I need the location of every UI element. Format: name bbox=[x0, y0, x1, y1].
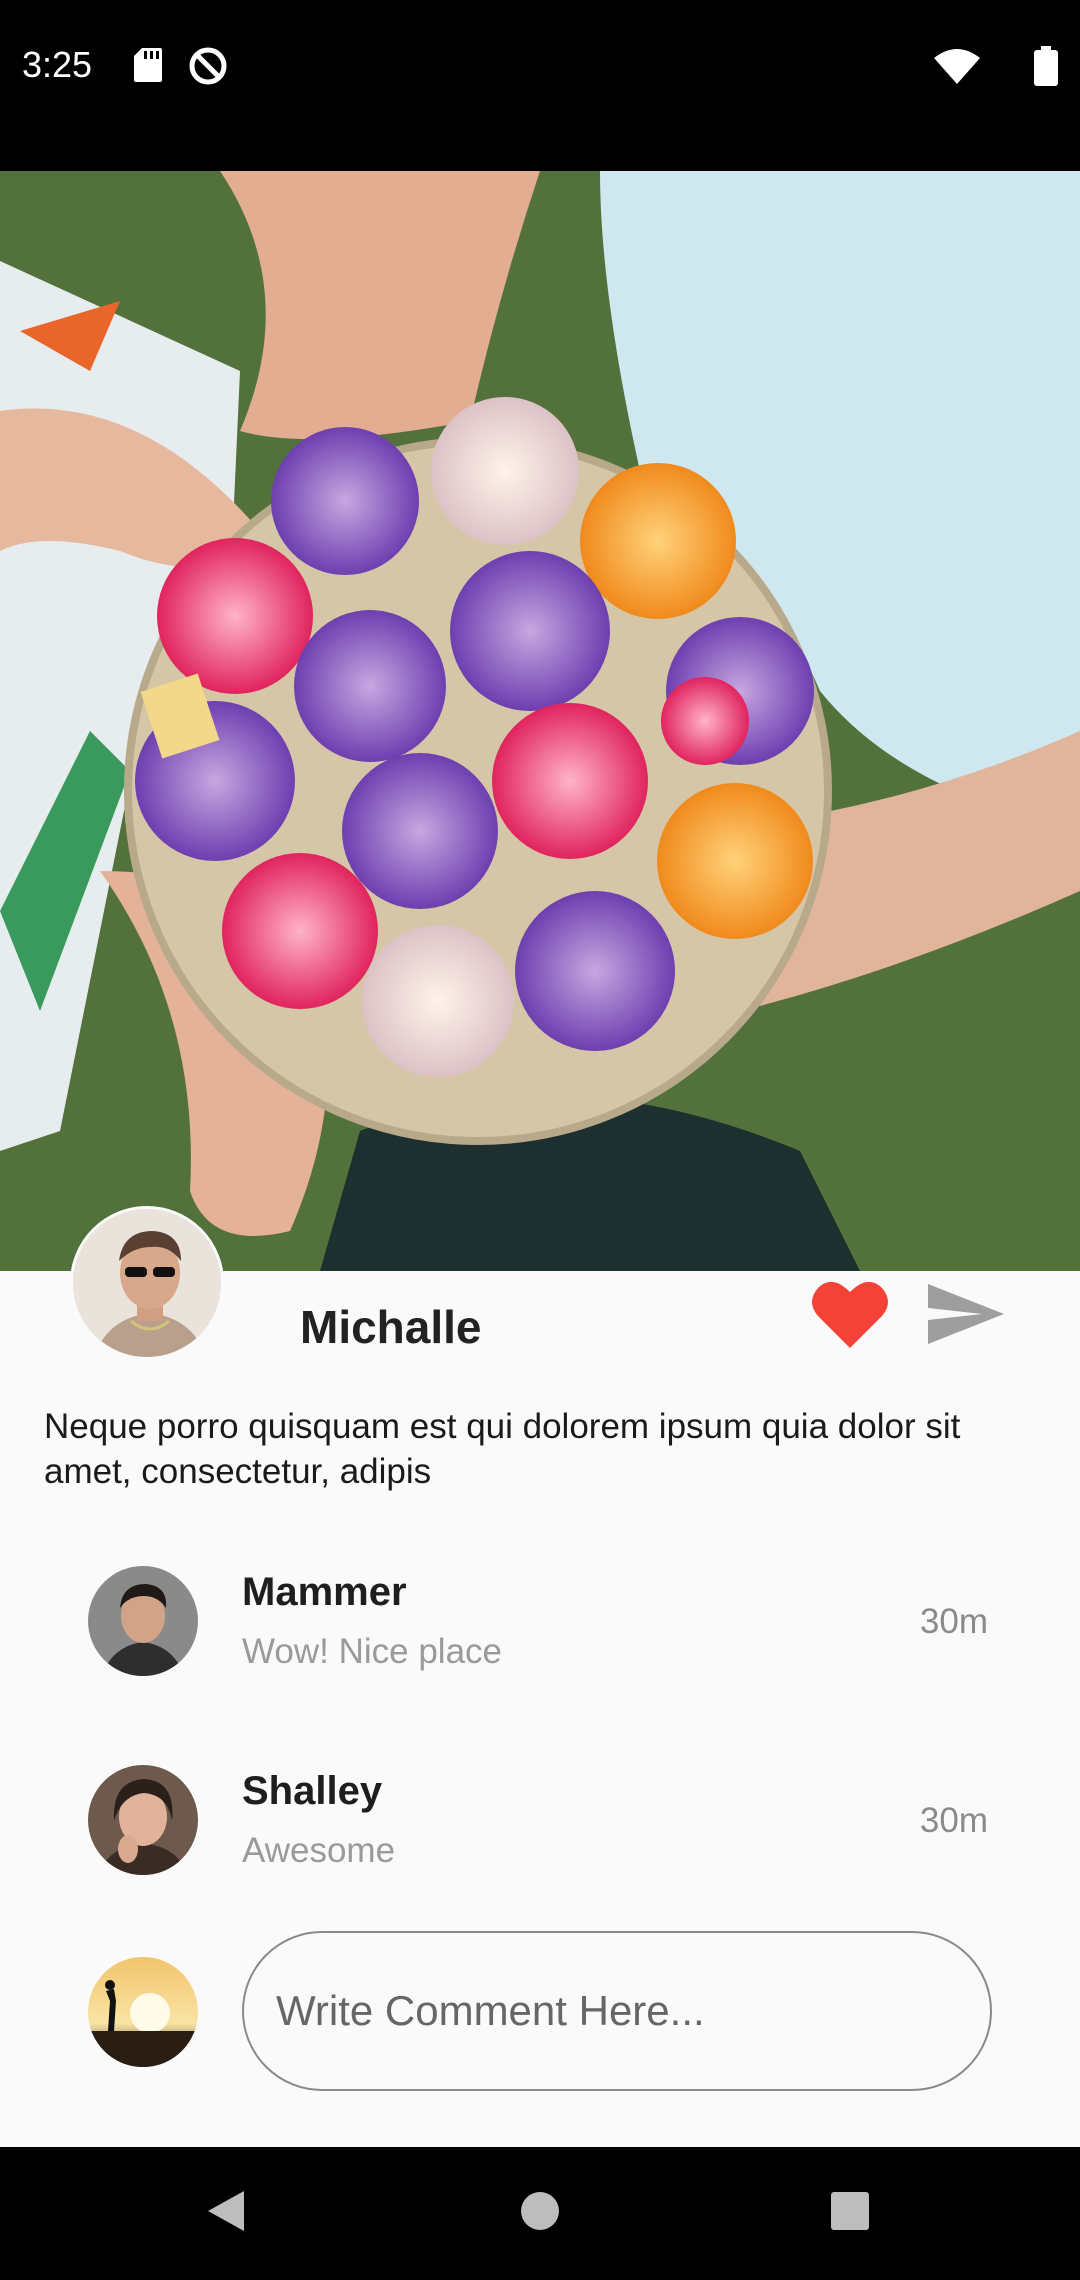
post-image[interactable] bbox=[0, 171, 1080, 1271]
home-icon bbox=[520, 2191, 560, 2236]
comment-item: Mammer Wow! Nice place 30m bbox=[0, 1566, 1080, 1686]
sd-card-icon bbox=[134, 48, 162, 87]
status-bar: 3:25 bbox=[0, 0, 1080, 171]
send-icon bbox=[926, 1284, 1006, 1350]
do-not-disturb-icon bbox=[188, 46, 228, 91]
post-caption: Neque porro quisquam est qui dolorem ips… bbox=[44, 1407, 961, 1491]
comment-username[interactable]: Mammer bbox=[242, 1570, 407, 1615]
nav-home-button[interactable] bbox=[480, 2147, 600, 2280]
comment-text: Awesome bbox=[242, 1831, 396, 1870]
comment-input[interactable] bbox=[242, 1931, 992, 2091]
comment-item: Shalley Awesome 30m bbox=[0, 1765, 1080, 1885]
current-user-avatar bbox=[88, 1957, 198, 2067]
comment-username[interactable]: Shalley bbox=[242, 1769, 382, 1814]
system-nav-bar bbox=[0, 2147, 1080, 2280]
commenter-avatar[interactable] bbox=[88, 1765, 198, 1875]
recents-icon bbox=[830, 2191, 870, 2236]
share-button[interactable] bbox=[926, 1282, 1006, 1346]
author-avatar[interactable] bbox=[70, 1206, 224, 1360]
comment-text: Wow! Nice place bbox=[242, 1632, 503, 1671]
battery-icon bbox=[1034, 46, 1058, 91]
heart-icon bbox=[810, 1281, 890, 1354]
author-name[interactable]: Michalle bbox=[300, 1300, 482, 1354]
status-time: 3:25 bbox=[22, 44, 93, 85]
commenter-avatar[interactable] bbox=[88, 1566, 198, 1676]
nav-back-button[interactable] bbox=[166, 2147, 286, 2280]
wifi-icon bbox=[934, 48, 980, 89]
back-icon bbox=[206, 2189, 246, 2238]
comment-time: 30m bbox=[919, 1602, 988, 1641]
like-button[interactable] bbox=[810, 1278, 890, 1350]
nav-recents-button[interactable] bbox=[790, 2147, 910, 2280]
comment-time: 30m bbox=[919, 1801, 988, 1840]
